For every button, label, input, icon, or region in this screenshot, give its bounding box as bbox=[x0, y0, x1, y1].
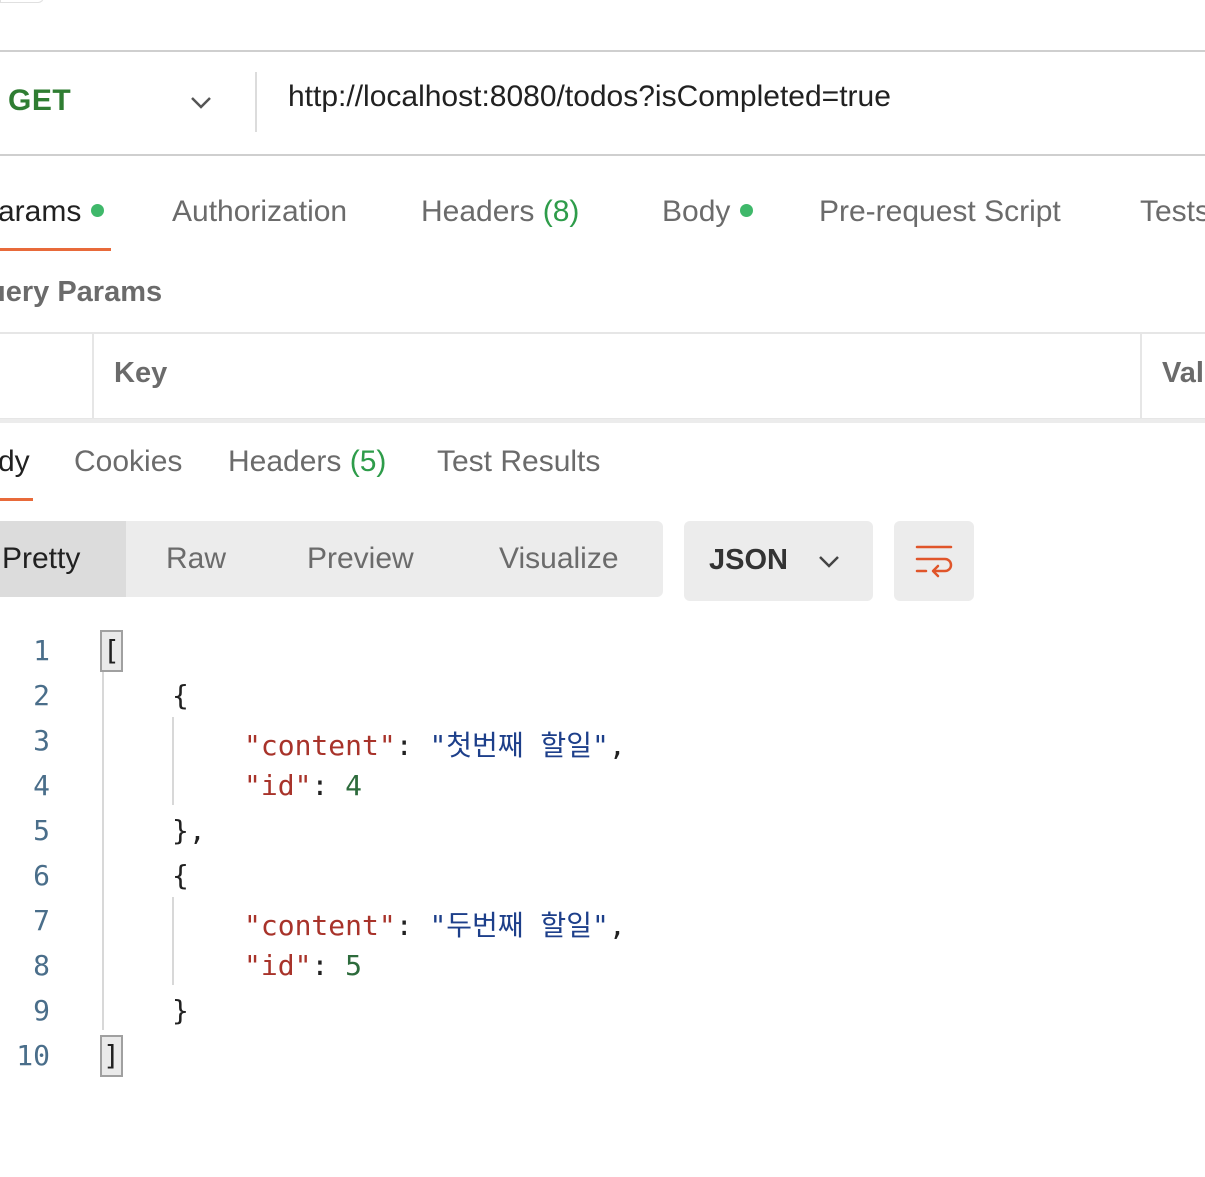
json-number: 4 bbox=[345, 769, 363, 802]
line-number: 4 bbox=[33, 769, 50, 802]
status-dot bbox=[91, 203, 105, 217]
active-tab-indicator bbox=[0, 498, 33, 501]
code-line: "content": "두번째 할일", bbox=[244, 904, 626, 944]
line-number: 9 bbox=[33, 994, 50, 1027]
json-comma: , bbox=[608, 909, 626, 942]
code-line: "id": 4 bbox=[244, 769, 362, 802]
line-number: 2 bbox=[33, 679, 50, 712]
code-line: { bbox=[172, 859, 189, 892]
line-number: 8 bbox=[33, 949, 50, 982]
line-number: 1 bbox=[33, 634, 50, 667]
format-label: JSON bbox=[709, 544, 788, 576]
wrap-lines-icon bbox=[915, 545, 953, 578]
code-line: }, bbox=[172, 814, 206, 847]
tab-params[interactable]: arams bbox=[0, 195, 105, 229]
params-table bbox=[0, 332, 1205, 420]
tab-label: Pre-request Script bbox=[819, 195, 1061, 228]
tab-label: arams bbox=[0, 195, 82, 228]
chevron-down-icon[interactable] bbox=[186, 88, 216, 118]
json-sep: : bbox=[395, 729, 430, 762]
json-key: "id" bbox=[244, 949, 312, 982]
status-dot bbox=[740, 203, 754, 217]
tab-response-body[interactable]: dy bbox=[0, 445, 30, 479]
indent-guide bbox=[172, 897, 174, 985]
view-preview[interactable]: Preview bbox=[307, 542, 414, 576]
json-sep: : bbox=[395, 909, 430, 942]
url-input[interactable]: http://localhost:8080/todos?isCompleted=… bbox=[288, 80, 891, 114]
tab-headers[interactable]: Headers (8) bbox=[421, 195, 579, 229]
code-line: } bbox=[172, 994, 189, 1027]
active-tab-indicator bbox=[0, 248, 111, 251]
tab-body[interactable]: Body bbox=[662, 195, 754, 229]
tab-label: Headers bbox=[421, 195, 535, 228]
line-number: 5 bbox=[33, 814, 50, 847]
view-raw[interactable]: Raw bbox=[166, 542, 226, 576]
divider bbox=[255, 72, 257, 132]
line-number: 6 bbox=[33, 859, 50, 892]
pane-splitter[interactable] bbox=[0, 419, 1205, 423]
chevron-down-icon bbox=[819, 556, 839, 568]
indent-guide bbox=[102, 672, 104, 1030]
tab-label: Body bbox=[662, 195, 731, 228]
window-edge bbox=[0, 0, 44, 3]
column-header-value: Val bbox=[1162, 357, 1204, 389]
tab-label: Headers bbox=[228, 445, 342, 478]
tab-tests[interactable]: Tests bbox=[1140, 195, 1205, 229]
indent-guide bbox=[172, 717, 174, 805]
json-comma: , bbox=[608, 729, 626, 762]
code-line: { bbox=[172, 679, 189, 712]
json-number: 5 bbox=[345, 949, 363, 982]
code-line: [ bbox=[100, 630, 123, 672]
json-sep: : bbox=[311, 949, 346, 982]
tab-pre-request-script[interactable]: Pre-request Script bbox=[819, 195, 1061, 229]
json-key: "content" bbox=[244, 909, 396, 942]
column-divider[interactable] bbox=[1140, 333, 1142, 419]
json-key: "id" bbox=[244, 769, 312, 802]
column-divider bbox=[92, 333, 94, 419]
bracket-match: [ bbox=[100, 630, 123, 672]
code-line: "id": 5 bbox=[244, 949, 362, 982]
view-pretty[interactable]: Pretty bbox=[2, 542, 80, 576]
column-header-key: Key bbox=[114, 357, 168, 389]
json-string: "첫번째 할일" bbox=[429, 729, 609, 762]
json-sep: : bbox=[311, 769, 346, 802]
json-string: "두번째 할일" bbox=[429, 909, 609, 942]
tab-label: Tests bbox=[1140, 195, 1205, 228]
line-number: 3 bbox=[33, 724, 50, 757]
tab-count: (5) bbox=[349, 445, 387, 478]
tab-test-results[interactable]: Test Results bbox=[437, 445, 600, 479]
tab-cookies[interactable]: Cookies bbox=[74, 445, 182, 479]
json-key: "content" bbox=[244, 729, 396, 762]
tab-count: (8) bbox=[542, 195, 580, 228]
view-visualize[interactable]: Visualize bbox=[499, 542, 619, 576]
tab-authorization[interactable]: Authorization bbox=[172, 195, 347, 229]
query-params-title: uery Params bbox=[0, 276, 163, 308]
line-number: 10 bbox=[16, 1039, 50, 1072]
code-line: ] bbox=[100, 1035, 123, 1077]
method-select[interactable]: GET bbox=[8, 84, 71, 118]
tab-label: Authorization bbox=[172, 195, 348, 228]
code-line: "content": "첫번째 할일", bbox=[244, 724, 626, 764]
line-number: 7 bbox=[33, 904, 50, 937]
tab-response-headers[interactable]: Headers (5) bbox=[228, 445, 386, 479]
bracket-match: ] bbox=[100, 1035, 123, 1077]
